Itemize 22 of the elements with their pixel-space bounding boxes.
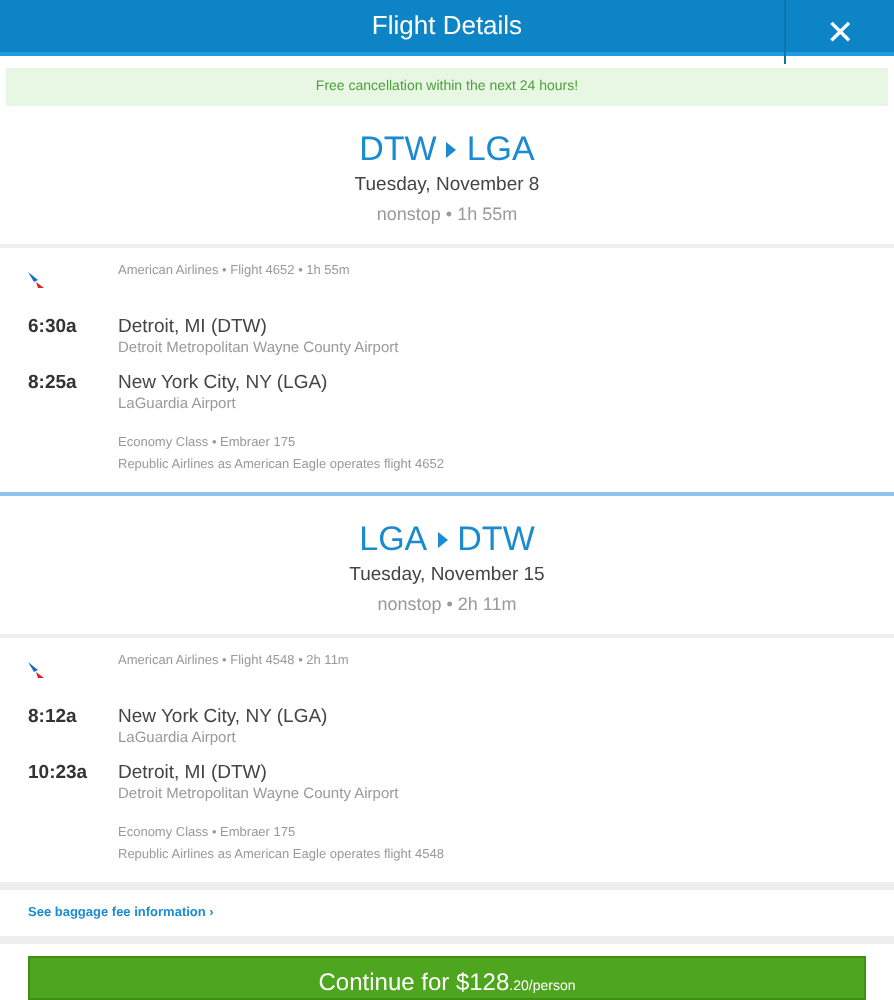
caret-icon [446,141,457,158]
flight-date: Tuesday, November 8 [354,173,540,196]
stop-time: 8:12a [28,705,79,732]
route-code: DTW [359,129,437,170]
stop-city: New York City, NY (LGA) [118,371,330,394]
stop-time: 10:23a [28,761,90,788]
airline-logo-icon [28,661,46,680]
airline-logo-icon [28,271,46,290]
route-code: LGA [466,129,535,170]
stop-time: 8:25a [28,371,79,398]
caret-icon [437,531,448,548]
stop-time: 6:30a [28,315,79,342]
flight-date: Tuesday, November 15 [349,563,545,586]
stop-city: Detroit, MI (DTW) [118,761,269,784]
stop-city: Detroit, MI (DTW) [118,315,269,338]
route-code: LGA [359,519,428,560]
dialog-title: Flight Details [371,10,523,41]
close-button[interactable]: ✕ [784,0,894,64]
route-code: DTW [457,519,535,560]
flight-summary: nonstop • 2h 11m [377,593,517,614]
stop-city: New York City, NY (LGA) [118,705,330,728]
flight-summary: nonstop • 1h 55m [376,203,518,224]
